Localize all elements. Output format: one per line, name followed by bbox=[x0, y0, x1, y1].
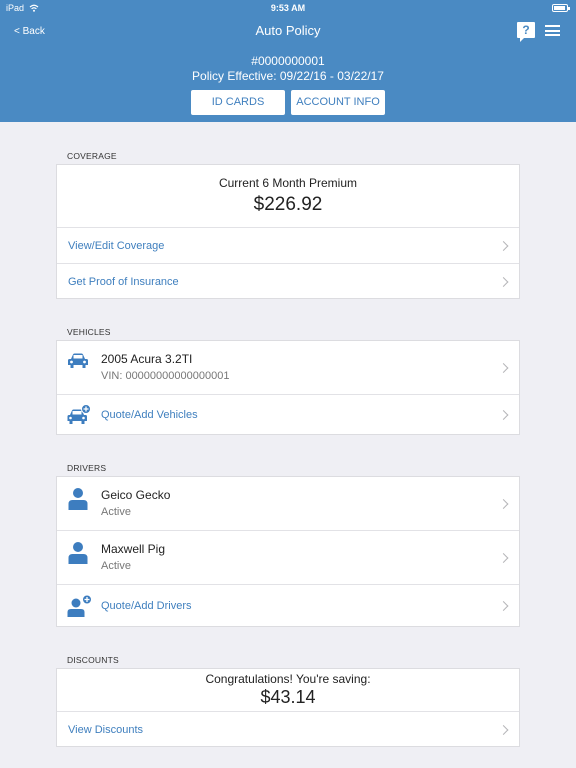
view-edit-coverage-link[interactable]: View/Edit Coverage bbox=[68, 240, 164, 252]
chevron-right-icon bbox=[498, 498, 509, 509]
discounts-section-label: DISCOUNTS bbox=[67, 655, 119, 665]
chevron-right-icon bbox=[498, 552, 509, 563]
add-driver-row[interactable]: Quote/Add Drivers bbox=[57, 584, 519, 627]
header: < Back Auto Policy ? #0000000001 Policy … bbox=[0, 16, 576, 122]
chevron-right-icon bbox=[498, 240, 509, 251]
driver-name: Maxwell Pig bbox=[101, 542, 166, 556]
battery-icon bbox=[552, 4, 570, 12]
help-icon[interactable]: ? bbox=[517, 22, 535, 42]
person-icon bbox=[68, 542, 88, 564]
vehicles-section-label: VEHICLES bbox=[67, 327, 111, 337]
driver-row[interactable]: Geico Gecko Active bbox=[57, 477, 519, 530]
chevron-right-icon bbox=[498, 601, 509, 611]
vehicle-name: 2005 Acura 3.2TI bbox=[101, 352, 193, 366]
coverage-section-label: COVERAGE bbox=[67, 151, 117, 161]
discounts-card: Congratulations! You're saving: $43.14 V… bbox=[56, 668, 520, 747]
chevron-right-icon bbox=[498, 410, 509, 420]
add-person-icon bbox=[67, 594, 92, 617]
view-edit-coverage-row[interactable]: View/Edit Coverage bbox=[57, 227, 519, 263]
drivers-section-label: DRIVERS bbox=[67, 463, 107, 473]
id-cards-button[interactable]: ID CARDS bbox=[191, 90, 285, 115]
driver-name: Geico Gecko bbox=[101, 488, 171, 502]
vehicle-vin: VIN: 00000000000000001 bbox=[101, 370, 230, 382]
vehicles-card: 2005 Acura 3.2TI VIN: 00000000000000001 … bbox=[56, 340, 520, 435]
add-vehicles-link[interactable]: Quote/Add Vehicles bbox=[101, 409, 198, 421]
saving-row: Congratulations! You're saving: $43.14 bbox=[57, 669, 519, 711]
chevron-right-icon bbox=[498, 724, 509, 735]
saving-label: Congratulations! You're saving: bbox=[205, 672, 371, 686]
car-icon bbox=[68, 353, 88, 368]
policy-number: #0000000001 bbox=[251, 54, 325, 68]
saving-amount: $43.14 bbox=[260, 687, 316, 707]
drivers-card: Geico Gecko Active Maxwell Pig Active Qu… bbox=[56, 476, 520, 627]
chevron-right-icon bbox=[498, 362, 509, 373]
proof-of-insurance-link[interactable]: Get Proof of Insurance bbox=[68, 276, 179, 288]
driver-row[interactable]: Maxwell Pig Active bbox=[57, 530, 519, 584]
account-info-button[interactable]: ACCOUNT INFO bbox=[291, 90, 385, 115]
driver-status: Active bbox=[101, 560, 131, 572]
coverage-card: Current 6 Month Premium $226.92 View/Edi… bbox=[56, 164, 520, 299]
vehicle-row[interactable]: 2005 Acura 3.2TI VIN: 00000000000000001 bbox=[57, 341, 519, 394]
premium-amount: $226.92 bbox=[253, 194, 323, 215]
view-discounts-link[interactable]: View Discounts bbox=[68, 724, 143, 736]
premium-label: Current 6 Month Premium bbox=[218, 176, 358, 190]
menu-icon[interactable] bbox=[545, 25, 560, 36]
view-discounts-row[interactable]: View Discounts bbox=[57, 711, 519, 747]
proof-of-insurance-row[interactable]: Get Proof of Insurance bbox=[57, 263, 519, 299]
policy-effective: Policy Effective: 09/22/16 - 03/22/17 bbox=[192, 69, 384, 83]
person-icon bbox=[68, 488, 88, 510]
driver-status: Active bbox=[101, 506, 131, 518]
status-time: 9:53 AM bbox=[270, 3, 306, 13]
status-bar: iPad 9:53 AM bbox=[0, 0, 576, 16]
add-car-icon bbox=[67, 404, 91, 424]
premium-row: Current 6 Month Premium $226.92 bbox=[57, 165, 519, 227]
chevron-right-icon bbox=[498, 276, 509, 287]
add-vehicle-row[interactable]: Quote/Add Vehicles bbox=[57, 394, 519, 435]
page-title: Auto Policy bbox=[255, 23, 321, 38]
add-drivers-link[interactable]: Quote/Add Drivers bbox=[101, 600, 191, 612]
